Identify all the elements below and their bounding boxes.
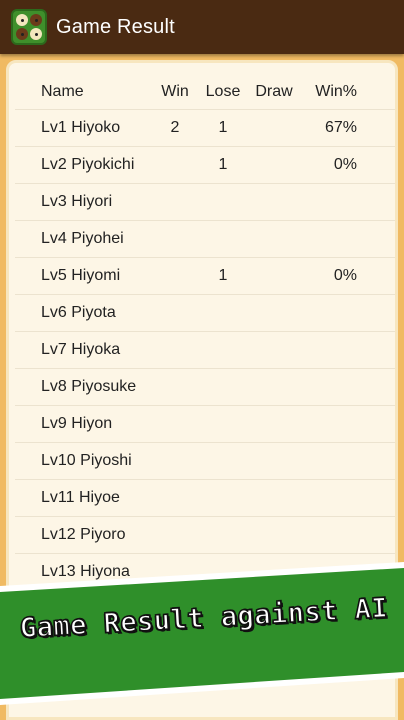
cell-name: Lv13 Hiyona [41,563,130,580]
cell-name: Lv1 Hiyoko [41,119,121,136]
cell-win: 2 [170,119,180,136]
table-row: Lv1 Hiyoko 2 1 67% [15,110,395,147]
header-win-percent: Win% [315,82,357,100]
cell-name: Lv12 Piyoro [41,526,126,543]
table-header-row: Name Win Lose Draw Win% [15,74,395,110]
table-row: Lv6 Piyota [15,295,395,332]
cell-name: Lv9 Hiyon [41,415,113,432]
cell-name: Lv3 Hiyori [41,193,113,210]
cell-name: Lv2 Piyokichi [41,156,135,173]
table-row: Lv11 Hiyoe [15,480,395,517]
cell-win-percent: 67% [324,119,357,136]
cell-name: Lv7 Hiyoka [41,341,121,358]
table-row: Lv13 Hiyona [15,554,395,591]
table-row: Lv10 Piyoshi [15,443,395,480]
table-row: Lv7 Hiyoka [15,332,395,369]
piece-light-icon [30,28,42,40]
table-row: Lv2 Piyokichi 1 0% [15,147,395,184]
cell-name: Lv5 Hiyomi [41,267,121,284]
cell-lose: 1 [218,119,228,136]
header-name: Name [41,82,84,100]
table-row: Lv12 Piyoro [15,517,395,554]
page-title: Game Result [56,15,175,38]
cell-name: Lv6 Piyota [41,304,116,321]
piece-dark-icon [30,14,42,26]
results-table: Name Win Lose Draw Win% Lv1 Hiyoko 2 1 67% L… [15,74,395,591]
othello-board-icon [11,9,47,45]
header-draw: Draw [255,82,293,100]
cell-win-percent: 0% [333,156,357,173]
piece-dark-icon [16,28,28,40]
cell-win-percent: 0% [333,267,357,284]
cell-name: Lv10 Piyoshi [41,452,132,469]
header-win: Win [161,82,189,100]
cell-name: Lv4 Piyohei [41,230,124,247]
table-row: Lv3 Hiyori [15,184,395,221]
table-row: Lv5 Hiyomi 1 0% [15,258,395,295]
header-lose: Lose [205,82,241,100]
cell-name: Lv8 Piyosuke [41,378,137,395]
table-row: Lv8 Piyosuke [15,369,395,406]
cell-lose: 1 [218,267,228,284]
piece-light-icon [16,14,28,26]
table-row: Lv9 Hiyon [15,406,395,443]
table-row: Lv4 Piyohei [15,221,395,258]
cell-lose: 1 [218,156,228,173]
app-bar: Game Result [0,0,404,54]
cell-name: Lv11 Hiyoe [41,489,120,506]
